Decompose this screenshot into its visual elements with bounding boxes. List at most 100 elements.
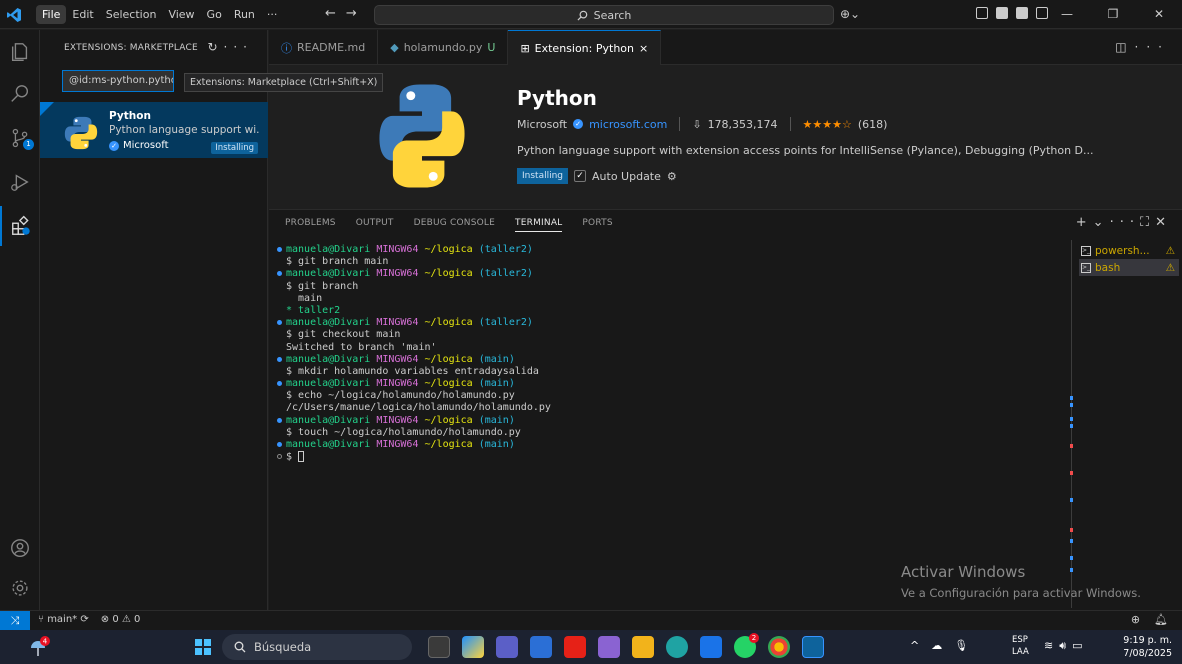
chrome-icon[interactable] xyxy=(768,636,790,658)
back-arrow-icon[interactable]: ← xyxy=(325,6,346,21)
maximize-panel-icon[interactable]: ⛶ xyxy=(1140,215,1155,230)
close-panel-icon[interactable]: ✕ xyxy=(1155,215,1172,230)
terminal-output[interactable]: manuela@Divari MINGW64 ~/logica (taller2… xyxy=(277,244,1072,606)
battery-icon: ▭ xyxy=(1072,639,1083,652)
rating-stars[interactable]: ★★★★☆ xyxy=(803,118,852,131)
scroll-marker xyxy=(1070,417,1073,421)
edge-icon[interactable] xyxy=(666,636,688,658)
terminal-text: $ touch ~/logica/holamundo/holamundo.py xyxy=(286,426,521,438)
menu-run[interactable]: Run xyxy=(228,5,261,24)
close-tab-icon[interactable]: × xyxy=(639,42,648,55)
close-window-icon[interactable]: ✕ xyxy=(1136,0,1182,29)
language-indicator[interactable]: ESP LAA xyxy=(1012,634,1029,658)
publisher-name[interactable]: Microsoft xyxy=(517,118,567,131)
tray-app-icon[interactable]: ☁ xyxy=(931,639,942,652)
tab-extension-python[interactable]: ⊞ Extension: Python × xyxy=(508,30,662,65)
terminal-item-powershell[interactable]: >_ powersh... ⚠ xyxy=(1079,242,1179,259)
more-actions-icon[interactable]: ··· xyxy=(224,40,253,54)
search-activity-icon[interactable] xyxy=(0,74,40,114)
tab-problems[interactable]: PROBLEMS xyxy=(285,218,336,232)
forward-arrow-icon[interactable]: → xyxy=(346,6,367,21)
publisher-domain-link[interactable]: microsoft.com xyxy=(589,118,667,131)
editor-actions: ◫··· xyxy=(1115,40,1170,54)
tab-readme[interactable]: ⓘ README.md xyxy=(269,30,379,65)
command-status-dot[interactable] xyxy=(277,381,282,387)
copilot-app-icon[interactable] xyxy=(462,636,484,658)
outlook-icon[interactable] xyxy=(700,636,722,658)
more-actions-icon[interactable]: ··· xyxy=(1110,215,1140,230)
copilot-status-icon[interactable]: ⊕ xyxy=(1131,613,1140,626)
extensions-icon[interactable] xyxy=(0,206,40,246)
extension-search-input[interactable]: @id:ms-python.python xyxy=(62,70,174,92)
layout-customize-icon[interactable] xyxy=(976,7,988,19)
taskbar-search[interactable]: Búsqueda xyxy=(222,634,412,660)
tab-ports[interactable]: PORTS xyxy=(582,218,612,232)
terminal-item-bash[interactable]: >_ bash ⚠ xyxy=(1079,259,1179,276)
run-debug-icon[interactable] xyxy=(0,162,40,202)
restore-icon[interactable]: ❐ xyxy=(1090,0,1136,29)
tab-label: README.md xyxy=(297,41,366,54)
tab-terminal[interactable]: TERMINAL xyxy=(515,218,563,232)
task-view-icon[interactable] xyxy=(428,636,450,658)
python-logo-icon xyxy=(64,116,98,150)
quick-settings[interactable]: ≋ 🔊︎ ▭ xyxy=(1044,639,1083,653)
remote-indicator-icon[interactable]: ⤨ xyxy=(0,611,30,631)
command-status-dot[interactable] xyxy=(277,417,282,423)
terminal-cursor[interactable] xyxy=(298,451,305,463)
prompt-env: MINGW64 xyxy=(376,439,419,450)
account-icon[interactable] xyxy=(0,528,40,568)
extension-list-item[interactable]: Python Python language support wi... ✓ Mi… xyxy=(40,102,268,158)
youtube-icon[interactable] xyxy=(564,636,586,658)
manage-gear-icon[interactable] xyxy=(0,568,40,608)
store-icon[interactable] xyxy=(530,636,552,658)
vscode-logo-icon xyxy=(7,8,21,22)
menu-view[interactable]: View xyxy=(162,5,200,24)
menu-selection[interactable]: Selection xyxy=(100,5,163,24)
command-center[interactable]: Search xyxy=(374,5,834,25)
command-status-dot[interactable] xyxy=(277,247,282,252)
menu-edit[interactable]: Edit xyxy=(66,5,99,24)
app-icon[interactable] xyxy=(598,636,620,658)
toggle-primary-sidebar-icon[interactable] xyxy=(996,7,1008,19)
scroll-marker xyxy=(1070,444,1073,448)
terminal-prompt-line: manuela@Divari MINGW64 ~/logica (main) xyxy=(277,378,1072,390)
minimize-icon[interactable]: — xyxy=(1044,0,1090,29)
tab-holamundo[interactable]: ◆ holamundo.py U xyxy=(378,30,509,65)
start-button[interactable] xyxy=(195,639,211,655)
tab-debug-console[interactable]: DEBUG CONSOLE xyxy=(414,218,495,232)
prompt-path: ~/logica xyxy=(424,353,473,365)
more-actions-icon[interactable]: ··· xyxy=(1135,40,1170,54)
microphone-icon[interactable]: 🎙︎ xyxy=(954,639,968,652)
tab-output[interactable]: OUTPUT xyxy=(356,218,394,232)
file-explorer-icon[interactable] xyxy=(632,636,654,658)
settings-gear-icon[interactable]: ⚙ xyxy=(667,170,677,183)
sidebar-actions: ↻··· xyxy=(207,40,253,54)
source-control-icon[interactable]: 1 xyxy=(0,118,40,158)
whatsapp-icon[interactable]: 2 xyxy=(734,633,759,658)
explorer-icon[interactable] xyxy=(0,32,40,72)
taskbar-clock[interactable]: 9:19 p. m. 7/08/2025 xyxy=(1123,634,1172,660)
tray-expand-icon[interactable]: ^ xyxy=(910,639,919,652)
vscode-taskbar-icon[interactable] xyxy=(802,636,824,658)
installing-button[interactable]: Installing xyxy=(517,168,569,184)
weather-widget-icon[interactable]: 4 xyxy=(26,634,52,660)
toggle-panel-icon[interactable] xyxy=(1016,7,1028,19)
teams-icon[interactable] xyxy=(496,636,518,658)
command-status-dot[interactable] xyxy=(277,271,282,277)
branch-status[interactable]: ⑂ main* ⟳ xyxy=(38,614,89,625)
weather-badge: 4 xyxy=(43,638,48,646)
menu-file[interactable]: File xyxy=(36,5,67,24)
menu-go[interactable]: Go xyxy=(201,5,228,24)
refresh-icon[interactable]: ↻ xyxy=(207,40,223,54)
auto-update-checkbox[interactable]: ✓ xyxy=(574,170,587,182)
problems-status[interactable]: ⊗ 0 ⚠ 0 xyxy=(101,614,141,625)
split-editor-icon[interactable]: ◫ xyxy=(1115,40,1134,54)
notifications-bell-icon[interactable]: 🔔︎ xyxy=(1154,613,1168,626)
new-terminal-icon[interactable]: +⌄ xyxy=(1076,215,1110,230)
command-status-dot[interactable] xyxy=(277,442,282,447)
command-status-dot[interactable] xyxy=(277,320,282,326)
copilot-icon[interactable]: ⊕⌄ xyxy=(840,7,860,21)
command-status-dot[interactable] xyxy=(277,356,282,362)
clock-time: 9:19 p. m. xyxy=(1123,635,1172,646)
menu-more[interactable]: ··· xyxy=(261,5,284,24)
